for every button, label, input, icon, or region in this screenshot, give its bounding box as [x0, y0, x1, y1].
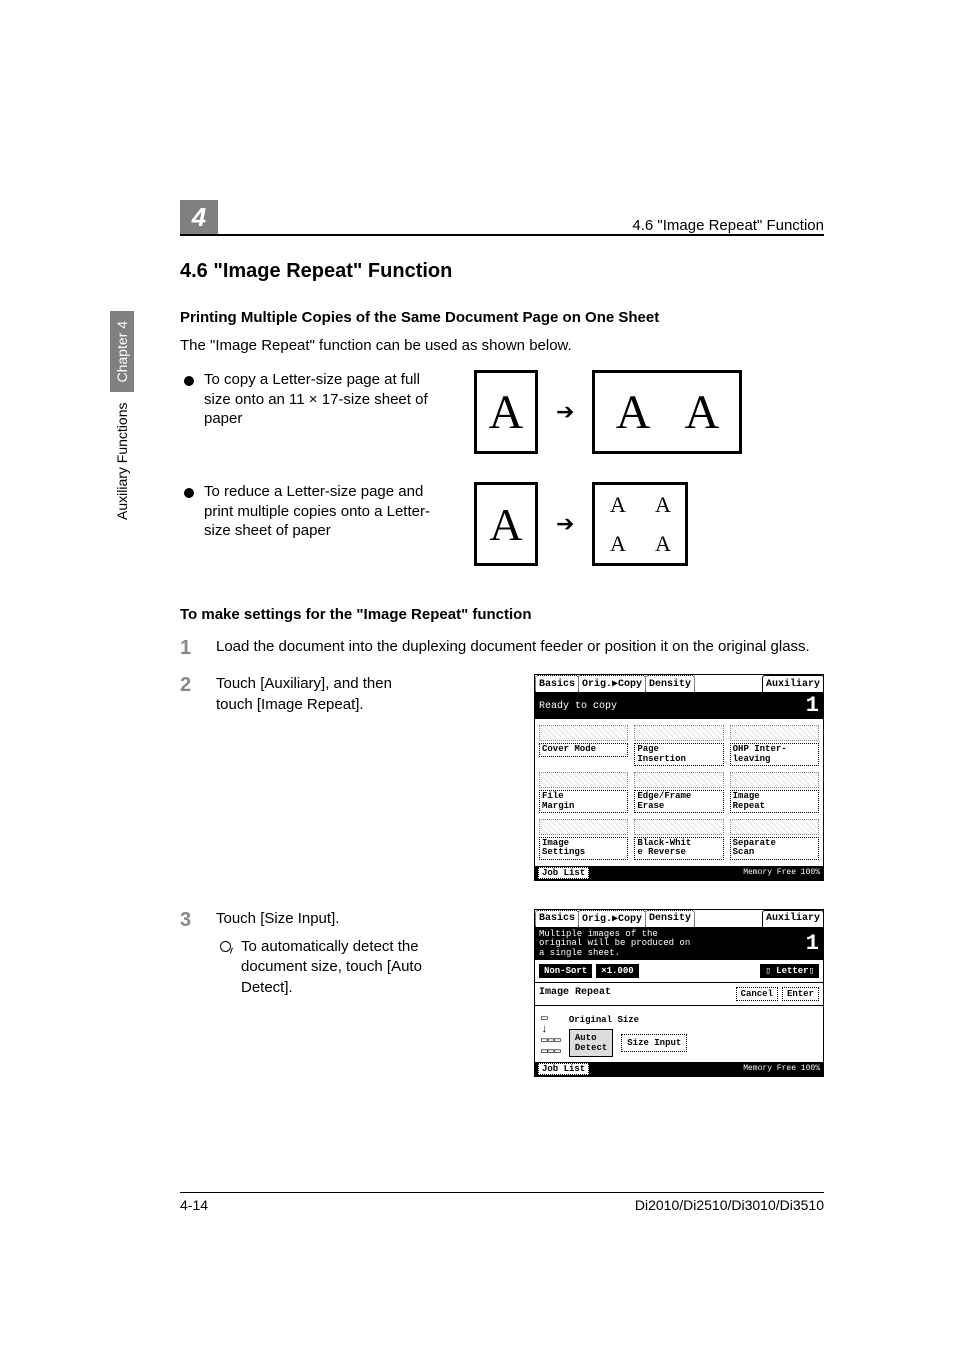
header-rule: [180, 234, 824, 236]
cover-mode-icon: [539, 725, 628, 741]
subheading-printing: Printing Multiple Copies of the Same Doc…: [180, 309, 824, 326]
bullet-1-text: To copy a Letter-size page at full size …: [204, 370, 444, 429]
bw-reverse-icon: [634, 819, 723, 835]
auto-detect-button[interactable]: Auto Detect: [569, 1029, 613, 1057]
repeat-preview-icon: ▭↓▭▭▭▭▭▭: [541, 1014, 561, 1058]
lcd-tab-density[interactable]: Density: [645, 910, 695, 927]
footer-rule: [180, 1192, 824, 1193]
step-number-3: 3: [180, 909, 202, 998]
step-2-text: Touch [Auxiliary], and then touch [Image…: [216, 674, 430, 715]
lcd-tab-orig-copy[interactable]: Orig.▶Copy: [578, 910, 646, 927]
job-list-button[interactable]: Job List: [538, 867, 589, 879]
arrow-right-icon: ➔: [556, 399, 574, 425]
diagram-output-2up: A A: [592, 370, 742, 454]
section-title: 4.6 "Image Repeat" Function: [180, 260, 824, 283]
separate-scan-button[interactable]: Separate Scan: [730, 837, 819, 860]
sub-bullet-icon: [220, 941, 231, 952]
cancel-button[interactable]: Cancel: [736, 987, 778, 1001]
image-settings-button[interactable]: Image Settings: [539, 837, 628, 860]
page-insertion-icon: [634, 725, 723, 741]
lcd-tab-auxiliary[interactable]: Auxiliary: [762, 910, 824, 927]
page-insertion-button[interactable]: Page Insertion: [634, 743, 723, 766]
edge-frame-erase-icon: [634, 772, 723, 788]
file-margin-icon: [539, 772, 628, 788]
side-tab: Auxiliary Functions Chapter 4: [110, 311, 134, 520]
image-settings-icon: [539, 819, 628, 835]
subheading-settings: To make settings for the "Image Repeat" …: [180, 606, 824, 623]
zoom-button[interactable]: ×1.000: [596, 964, 638, 978]
diagram-letter: A: [684, 385, 719, 440]
lcd-tab-basics[interactable]: Basics: [535, 910, 579, 927]
step-1-text: Load the document into the duplexing doc…: [216, 637, 824, 660]
step-number-2: 2: [180, 674, 202, 715]
lcd-status-text: Ready to copy: [539, 701, 617, 712]
original-size-label: Original Size: [569, 1015, 817, 1025]
lcd-message-text: Multiple images of the original will be …: [539, 930, 690, 958]
diagram-letter: A: [610, 531, 626, 557]
enter-button[interactable]: Enter: [782, 987, 819, 1001]
paper-size-button[interactable]: ▯ Letter▯: [760, 964, 819, 978]
edge-frame-erase-button[interactable]: Edge/Frame Erase: [634, 790, 723, 813]
diagram-original-page: A: [474, 370, 538, 454]
side-section-label: Auxiliary Functions: [114, 403, 130, 521]
image-repeat-diagram-2: A ➔ A A A A: [474, 482, 688, 566]
diagram-output-4up: A A A A: [592, 482, 688, 566]
cover-mode-button[interactable]: Cover Mode: [539, 743, 628, 756]
diagram-original-page: A: [474, 482, 538, 566]
image-repeat-icon: [730, 772, 819, 788]
lcd-copy-count: 1: [806, 932, 819, 955]
lcd-tab-orig-copy[interactable]: Orig.▶Copy: [578, 675, 646, 692]
diagram-letter: A: [655, 531, 671, 557]
chapter-number-box: 4: [180, 200, 218, 234]
intro-text: The "Image Repeat" function can be used …: [180, 336, 824, 356]
memory-indicator: Memory Free 100%: [743, 869, 820, 877]
memory-indicator: Memory Free 100%: [743, 1065, 820, 1073]
job-list-button[interactable]: Job List: [538, 1063, 589, 1075]
step-number-1: 1: [180, 637, 202, 660]
bullet-2-text: To reduce a Letter-size page and print m…: [204, 482, 444, 541]
mode-label: Image Repeat: [539, 987, 611, 1001]
running-header-title: 4.6 "Image Repeat" Function: [632, 217, 824, 234]
lcd-screenshot-image-repeat: Basics Orig.▶Copy Density Auxiliary Mult…: [534, 909, 824, 1077]
bullet-icon: [184, 376, 194, 386]
lcd-screenshot-auxiliary: Basics Orig.▶Copy Density Auxiliary Read…: [534, 674, 824, 881]
lcd-tab-auxiliary[interactable]: Auxiliary: [762, 675, 824, 692]
size-input-button[interactable]: Size Input: [621, 1034, 687, 1052]
diagram-letter: A: [616, 385, 651, 440]
image-repeat-button[interactable]: Image Repeat: [730, 790, 819, 813]
side-chapter-label: Chapter 4: [110, 311, 134, 392]
model-list: Di2010/Di2510/Di3010/Di3510: [635, 1197, 824, 1213]
lcd-tab-basics[interactable]: Basics: [535, 675, 579, 692]
ohp-interleaving-button[interactable]: OHP Inter- leaving: [730, 743, 819, 766]
bw-reverse-button[interactable]: Black-Whit e Reverse: [634, 837, 723, 860]
lcd-tab-density[interactable]: Density: [645, 675, 695, 692]
non-sort-button[interactable]: Non-Sort: [539, 964, 592, 978]
diagram-letter: A: [610, 492, 626, 518]
separate-scan-icon: [730, 819, 819, 835]
file-margin-button[interactable]: File Margin: [539, 790, 628, 813]
lcd-copy-count: 1: [806, 695, 819, 717]
paper-size-label: Letter: [776, 966, 808, 976]
page-number: 4-14: [180, 1197, 208, 1213]
bullet-icon: [184, 488, 194, 498]
step-3-sub-text: To automatically detect the document siz…: [241, 937, 430, 998]
image-repeat-diagram-1: A ➔ A A: [474, 370, 742, 454]
ohp-interleaving-icon: [730, 725, 819, 741]
step-3-text: Touch [Size Input].: [216, 909, 430, 929]
arrow-right-icon: ➔: [556, 511, 574, 537]
diagram-letter: A: [655, 492, 671, 518]
